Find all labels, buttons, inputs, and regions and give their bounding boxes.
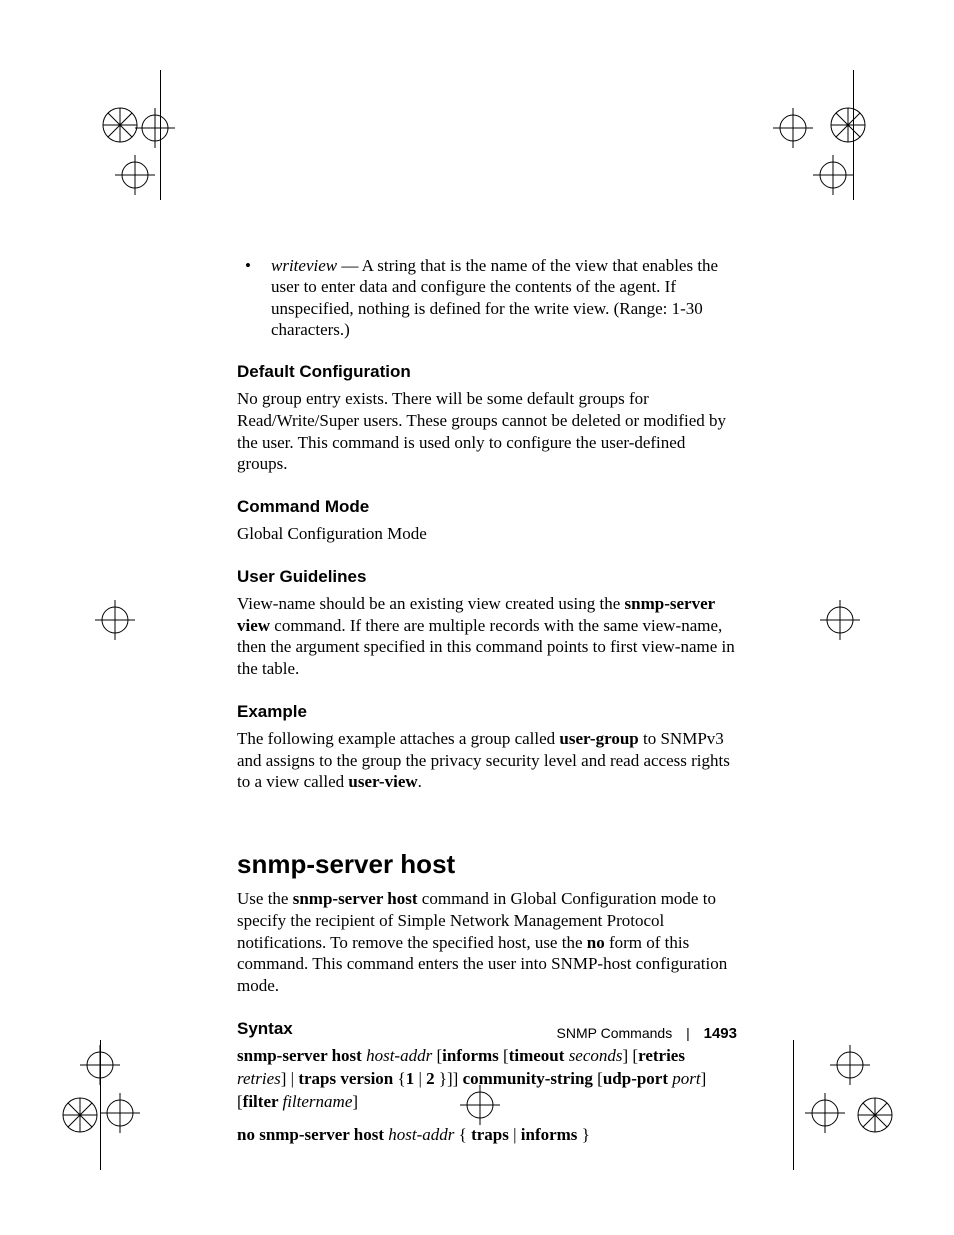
bullet-text: writeview — A string that is the name of…: [271, 255, 737, 340]
command-title: snmp-server host: [237, 849, 737, 880]
heading-user-guidelines: User Guidelines: [237, 567, 737, 587]
command-intro: Use the snmp-server host command in Glob…: [237, 888, 737, 997]
body-example: The following example attaches a group c…: [237, 728, 737, 793]
heading-default-config: Default Configuration: [237, 362, 737, 382]
bullet-term: writeview: [271, 256, 337, 275]
syntax-line-1: snmp-server host host-addr [informs [tim…: [237, 1045, 737, 1114]
body-user-guidelines: View-name should be an existing view cre…: [237, 593, 737, 680]
bullet-writeview: writeview — A string that is the name of…: [237, 255, 737, 340]
bullet-desc: — A string that is the name of the view …: [271, 256, 718, 339]
heading-command-mode: Command Mode: [237, 497, 737, 517]
heading-example: Example: [237, 702, 737, 722]
syntax-line-2: no snmp-server host host-addr { traps | …: [237, 1124, 737, 1147]
footer-section: SNMP Commands: [557, 1025, 673, 1041]
bullet-marker: [237, 255, 271, 340]
footer-page-number: 1493: [704, 1025, 737, 1042]
page-footer: SNMP Commands | 1493: [237, 1025, 737, 1042]
page-content: writeview — A string that is the name of…: [237, 255, 737, 1157]
body-command-mode: Global Configuration Mode: [237, 523, 737, 545]
body-default-config: No group entry exists. There will be som…: [237, 388, 737, 475]
footer-separator: |: [686, 1025, 690, 1041]
